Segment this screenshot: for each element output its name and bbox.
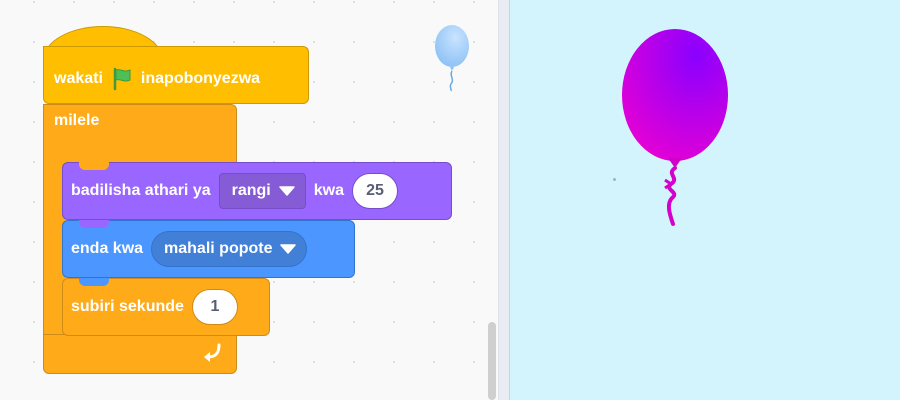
when-flag-clicked-block[interactable]: wakati inapobonyezwa [43, 46, 309, 104]
hat-block-label-after: inapobonyezwa [140, 70, 261, 87]
workspace-scrollbar[interactable] [488, 322, 496, 400]
go-to-target-value: mahali popote [164, 240, 273, 257]
panel-divider [498, 0, 510, 400]
wait-seconds-label: subiri sekunde [71, 298, 184, 315]
loop-arrow-icon [202, 341, 224, 368]
chevron-down-icon [278, 186, 295, 196]
code-workspace[interactable]: wakati inapobonyezwa milele badilisha at… [0, 0, 498, 400]
chevron-down-icon [280, 244, 297, 254]
go-to-target-dropdown[interactable]: mahali popote [151, 231, 308, 267]
wait-seconds-block[interactable]: subiri sekunde 1 [62, 278, 270, 336]
effect-dropdown[interactable]: rangi [218, 173, 306, 209]
change-effect-by-label: kwa [313, 182, 344, 199]
go-to-label: enda kwa [71, 240, 144, 257]
effect-amount-input[interactable]: 25 [351, 173, 398, 209]
wait-seconds-input[interactable]: 1 [191, 289, 238, 325]
go-to-block[interactable]: enda kwa mahali popote [62, 220, 355, 278]
balloon-sprite[interactable] [610, 20, 740, 235]
change-effect-block[interactable]: badilisha athari ya rangi kwa 25 [62, 162, 452, 220]
forever-block-bottom[interactable] [43, 334, 237, 374]
forever-block[interactable]: milele [43, 104, 237, 164]
block-notch [79, 278, 109, 286]
green-flag-icon [110, 67, 134, 91]
balloon-icon[interactable] [430, 24, 474, 97]
block-notch [79, 162, 109, 170]
block-notch [79, 220, 109, 228]
hat-block-label-before: wakati [54, 70, 103, 87]
forever-block-label: milele [54, 112, 100, 129]
effect-dropdown-value: rangi [231, 182, 271, 199]
change-effect-label: badilisha athari ya [71, 182, 211, 199]
